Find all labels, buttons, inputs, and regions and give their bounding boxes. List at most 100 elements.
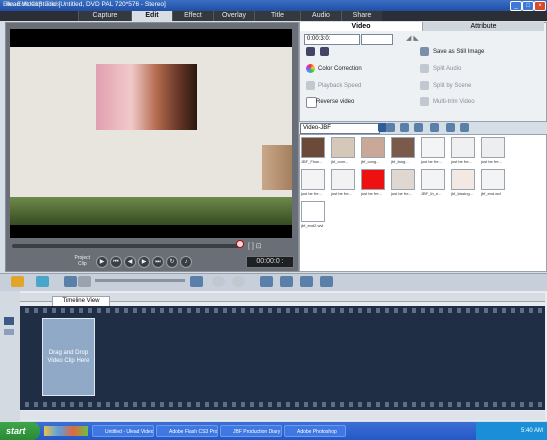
thumb-image	[481, 137, 505, 158]
clip-label[interactable]: Clip	[78, 261, 87, 267]
thumb-caption: just be fre...	[391, 191, 412, 196]
tab-video[interactable]: Video	[300, 22, 423, 31]
step-title[interactable]: Title	[254, 11, 300, 21]
library-manager-icon[interactable]	[400, 123, 409, 132]
step-share[interactable]: Share	[341, 11, 382, 21]
volume-icon[interactable]: ♪	[180, 256, 192, 268]
thumb-caption: just be fre...	[331, 191, 352, 196]
home-icon[interactable]: ⏮	[110, 256, 122, 268]
library-thumb[interactable]: jbf_kissing...	[451, 169, 475, 197]
minimize-button[interactable]: _	[510, 1, 522, 11]
preview-photo	[96, 64, 197, 130]
drop-zone[interactable]: Drag and Drop Video Clip Here	[42, 318, 95, 396]
mix-icon[interactable]	[232, 276, 245, 287]
library-thumb[interactable]: jbf_end2.wvl	[301, 201, 325, 229]
scrubber-handle[interactable]	[236, 240, 244, 248]
library-thumb[interactable]: jbf_com...	[331, 137, 355, 165]
step-edit[interactable]: Edit	[131, 11, 172, 21]
sort-icon[interactable]	[414, 123, 423, 132]
close-button[interactable]: ×	[534, 1, 546, 11]
task-photoshop[interactable]: Adobe Photoshop	[284, 425, 346, 437]
split-audio-icon	[420, 64, 429, 73]
timeline-scrollbar[interactable]	[20, 411, 545, 420]
library-thumb[interactable]: just be fre...	[481, 137, 505, 165]
thumb-image	[451, 169, 475, 190]
thumb-caption: just be fre...	[301, 191, 322, 196]
step-effect[interactable]: Effect	[172, 11, 213, 21]
library-thumb[interactable]: just be fre...	[421, 137, 445, 165]
start-button[interactable]: start	[0, 422, 40, 440]
timeline-settings-icon[interactable]	[320, 276, 333, 287]
library-thumb[interactable]: jbf_cong...	[361, 137, 385, 165]
thumb-caption: jbf_cong...	[361, 159, 380, 164]
library-thumb[interactable]: just be fre...	[301, 169, 325, 197]
menu-edit[interactable]: Edit	[17, 1, 28, 8]
tab-attribute[interactable]: Attribute	[423, 22, 544, 31]
library-thumb[interactable]: just be fre...	[391, 169, 415, 197]
save-still-image-option[interactable]: Save as Still Image	[433, 49, 484, 55]
color-correction-icon[interactable]	[306, 64, 315, 73]
library-thumb[interactable]: JBF_Flow...	[301, 137, 325, 165]
scrubber-bar[interactable]	[12, 244, 240, 248]
menu-file[interactable]: File	[3, 1, 13, 8]
view-icon[interactable]	[430, 123, 439, 132]
fit-project-icon[interactable]	[190, 276, 203, 287]
trim-markers-icon[interactable]: [ ] ⊡	[248, 242, 262, 250]
thumb-image	[481, 169, 505, 190]
undo-icon[interactable]	[78, 276, 91, 287]
play-icon[interactable]: ▶	[96, 256, 108, 268]
step-audio[interactable]: Audio	[300, 11, 341, 21]
timeline-view-icon[interactable]	[36, 276, 49, 287]
track-toggle-icon[interactable]	[4, 329, 14, 335]
library-category-select[interactable]: Video-JBF	[300, 123, 380, 134]
maximize-button[interactable]: □	[522, 1, 534, 11]
thumb-image	[301, 137, 325, 158]
color-correction-option[interactable]: Color Correction	[318, 66, 362, 72]
library-add-icon[interactable]	[386, 123, 395, 132]
prev-frame-icon[interactable]: ◀	[124, 256, 136, 268]
volume-field[interactable]	[361, 34, 393, 45]
import-icon[interactable]	[446, 123, 455, 132]
task-videostudio[interactable]: Untitled - Ulead Video...	[92, 425, 154, 437]
repeat-icon[interactable]: ↻	[166, 256, 178, 268]
storyboard-view-icon[interactable]	[11, 276, 24, 287]
rotate-left-icon[interactable]	[306, 47, 315, 56]
thumb-caption: jbf_fang...	[391, 159, 409, 164]
zoom-slider[interactable]	[95, 279, 185, 282]
filmstrip-perforations-top	[20, 308, 545, 313]
audio-view-icon[interactable]	[64, 276, 77, 287]
save-still-icon[interactable]	[420, 47, 429, 56]
record-icon[interactable]	[212, 276, 225, 287]
task-flash[interactable]: Adobe Flash CS3 Prof...	[156, 425, 218, 437]
drop-zone-text: Drag and Drop Video Clip Here	[47, 350, 90, 364]
library-thumb[interactable]: jbf_fang...	[391, 137, 415, 165]
filmstrip-perforations-bottom	[20, 402, 545, 407]
step-overlay[interactable]: Overlay	[213, 11, 254, 21]
quick-launch-icons[interactable]	[44, 426, 88, 436]
chapter-icon[interactable]	[300, 276, 313, 287]
thumb-image	[361, 169, 385, 190]
thumb-image	[301, 201, 325, 222]
duration-field[interactable]: 0:00:3:0:	[304, 34, 360, 45]
menu-tools[interactable]: Tools	[45, 1, 60, 8]
batch-convert-icon[interactable]	[260, 276, 273, 287]
library-thumb[interactable]: just be fre...	[451, 137, 475, 165]
timecode-display[interactable]: 00:00:0 :	[246, 256, 294, 268]
audio-fade-icon[interactable]: ◢ ◣	[406, 34, 419, 42]
library-thumb[interactable]: JBF_th_e...	[421, 169, 445, 197]
reverse-video-option[interactable]: Reverse video	[316, 99, 354, 105]
library-thumb[interactable]: just be fre...	[331, 169, 355, 197]
expand-icon[interactable]	[460, 123, 469, 132]
menu-clip[interactable]: Clip	[31, 1, 42, 8]
thumb-caption: just be fre...	[421, 159, 442, 164]
library-thumb[interactable]: just be fre...	[361, 169, 385, 197]
step-capture[interactable]: Capture	[78, 11, 131, 21]
next-frame-icon[interactable]: ▶	[138, 256, 150, 268]
rotate-right-icon[interactable]	[320, 47, 329, 56]
track-manager-icon[interactable]	[280, 276, 293, 287]
task-diary[interactable]: JBF Production Diary ...	[220, 425, 282, 437]
video-track-icon[interactable]	[4, 317, 14, 325]
video-track[interactable]	[20, 306, 545, 410]
library-thumb[interactable]: jbf_end.wvl	[481, 169, 505, 197]
end-icon[interactable]: ⏭	[152, 256, 164, 268]
